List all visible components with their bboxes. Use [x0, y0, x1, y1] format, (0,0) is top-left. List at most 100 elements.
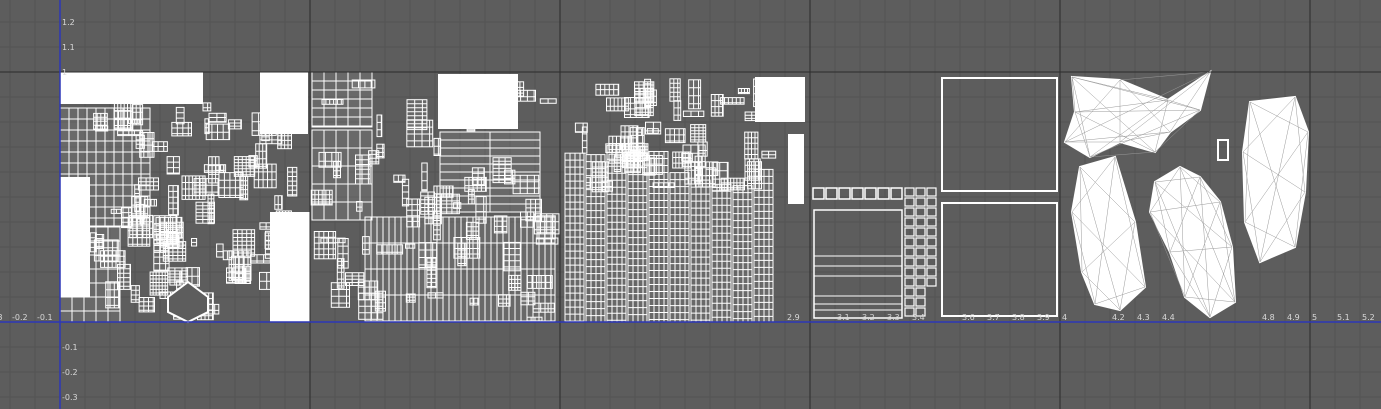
uv-shell-grid[interactable]	[274, 195, 283, 210]
uv-shell-grid[interactable]	[694, 167, 716, 188]
uv-shell-grid[interactable]	[113, 110, 132, 130]
uv-shell-tile[interactable]	[915, 197, 926, 207]
uv-shell-grid[interactable]	[171, 121, 193, 137]
uv-shell-grid[interactable]	[362, 236, 370, 255]
uv-shell-small[interactable]	[1217, 139, 1229, 161]
uv-shell-grid[interactable]	[720, 177, 746, 191]
uv-shell-grid[interactable]	[166, 156, 180, 175]
uv-canvas[interactable]: -0.3 -0.2 -0.1 2.9 3.1 3.2 3.3 3.4 3.6 3.7 3.8 3.9 4…	[0, 0, 1381, 409]
uv-shell-grid[interactable]	[143, 198, 158, 207]
uv-editor-viewport[interactable]: -0.3 -0.2 -0.1 2.9 3.1 3.2 3.3 3.4 3.6 3.7 3.8 3.9 4…	[0, 0, 1381, 409]
uv-shell-grid[interactable]	[526, 316, 543, 323]
uv-shell-strip[interactable]	[260, 72, 308, 134]
uv-shell-grid[interactable]	[642, 155, 663, 175]
uv-shell-grid[interactable]	[153, 215, 178, 245]
uv-shell-octagon[interactable]	[167, 280, 209, 324]
uv-shell-grid[interactable]	[652, 182, 675, 189]
uv-shell-grid[interactable]	[253, 163, 277, 189]
uv-shell-grid[interactable]	[205, 123, 231, 141]
uv-shell-column[interactable]	[690, 179, 711, 323]
uv-shell-grid[interactable]	[520, 211, 535, 228]
uv-shell-grid[interactable]	[333, 161, 342, 179]
uv-shell-grid[interactable]	[513, 89, 537, 102]
uv-shell-tile[interactable]	[915, 297, 926, 307]
uv-shell-grid[interactable]	[249, 254, 274, 264]
uv-shell-grid[interactable]	[227, 119, 242, 130]
uv-shell-grid[interactable]	[168, 185, 179, 216]
uv-shell-grid[interactable]	[744, 158, 761, 181]
uv-shell-grid[interactable]	[175, 106, 185, 125]
uv-shell-grid[interactable]	[89, 232, 97, 253]
uv-shell-column[interactable]	[711, 183, 732, 323]
uv-shell-grid[interactable]	[504, 169, 516, 185]
uv-shell-grid[interactable]	[433, 210, 441, 241]
uv-shell-organic[interactable]	[1241, 95, 1310, 264]
uv-shell-grid[interactable]	[634, 81, 655, 104]
uv-shell-column[interactable]	[627, 153, 648, 323]
uv-shell-grid[interactable]	[453, 202, 462, 209]
uv-shell-tile[interactable]	[915, 207, 926, 217]
uv-shell-grid[interactable]	[508, 274, 522, 291]
uv-shell-grid[interactable]	[208, 156, 220, 184]
uv-shell-grid[interactable]	[624, 151, 641, 174]
uv-shell-square[interactable]	[941, 202, 1058, 317]
uv-shell-grid[interactable]	[117, 263, 131, 290]
uv-shell-grid[interactable]	[520, 291, 536, 306]
uv-shell-grid[interactable]	[162, 241, 187, 262]
uv-shell-tile[interactable]	[915, 287, 926, 297]
uv-shell-grid[interactable]	[355, 154, 371, 185]
uv-shell-grid[interactable]	[498, 294, 511, 307]
uv-shell-column[interactable]	[669, 172, 690, 323]
uv-shell-grid[interactable]	[208, 112, 227, 123]
uv-shell-grid[interactable]	[688, 79, 702, 110]
uv-shell-grid[interactable]	[710, 94, 724, 117]
uv-shell-grid[interactable]	[130, 285, 140, 303]
uv-shell-grid[interactable]	[117, 130, 144, 137]
uv-shell-grid[interactable]	[393, 174, 406, 183]
uv-shell-grid[interactable]	[405, 293, 416, 303]
uv-shell-grid[interactable]	[493, 215, 508, 234]
uv-shell-grid[interactable]	[620, 125, 639, 151]
uv-shell-grid[interactable]	[426, 257, 437, 289]
uv-shell-grid[interactable]	[682, 144, 706, 167]
uv-shell-strip[interactable]	[788, 134, 804, 204]
uv-shell-grid[interactable]	[152, 141, 168, 152]
uv-shell-grid[interactable]	[427, 292, 444, 299]
uv-shell-grid[interactable]	[664, 128, 686, 144]
uv-tile-4[interactable]	[1063, 69, 1310, 319]
uv-shell-strip[interactable]	[755, 77, 805, 122]
uv-shell-grid[interactable]	[195, 201, 215, 224]
uv-shell-grid[interactable]	[202, 102, 212, 112]
uv-shell-tile[interactable]	[915, 247, 926, 257]
uv-shell-grid[interactable]	[228, 250, 252, 281]
uv-shell-grid[interactable]	[135, 135, 145, 149]
uv-shell-grid[interactable]	[539, 98, 557, 104]
uv-shell-grid[interactable]	[93, 112, 108, 130]
uv-shell-grid[interactable]	[737, 88, 750, 95]
uv-shell-grid[interactable]	[591, 161, 609, 193]
uv-shell-column[interactable]	[564, 152, 585, 323]
uv-shell-grid[interactable]	[287, 166, 298, 197]
uv-shell-grid[interactable]	[467, 189, 475, 205]
uv-shell-grid[interactable]	[499, 88, 514, 109]
uv-shell-grid[interactable]	[690, 124, 707, 143]
uv-shell-strip[interactable]	[60, 72, 203, 104]
uv-tile-1[interactable]	[310, 71, 561, 323]
uv-shell-organic[interactable]	[1070, 155, 1147, 312]
uv-shell-grid[interactable]	[492, 79, 499, 89]
uv-shell-grid[interactable]	[310, 189, 333, 206]
uv-tile-2[interactable]	[564, 77, 805, 323]
uv-shell-grid[interactable]	[475, 196, 487, 224]
uv-shell-grid[interactable]	[720, 97, 745, 105]
uv-shell-grid[interactable]	[421, 162, 428, 192]
uv-shell-tile[interactable]	[915, 257, 926, 267]
uv-shell-grid[interactable]	[613, 155, 622, 173]
uv-shell-grid[interactable]	[512, 174, 540, 195]
uv-shell-column[interactable]	[648, 150, 669, 323]
uv-shell-grid[interactable]	[248, 155, 258, 168]
uv-shell-grid[interactable]	[433, 137, 442, 156]
uv-shell-grid[interactable]	[167, 267, 189, 283]
uv-shell-grid[interactable]	[191, 238, 198, 247]
uv-shell-grid[interactable]	[669, 78, 681, 102]
uv-shell-organic[interactable]	[1148, 165, 1237, 319]
